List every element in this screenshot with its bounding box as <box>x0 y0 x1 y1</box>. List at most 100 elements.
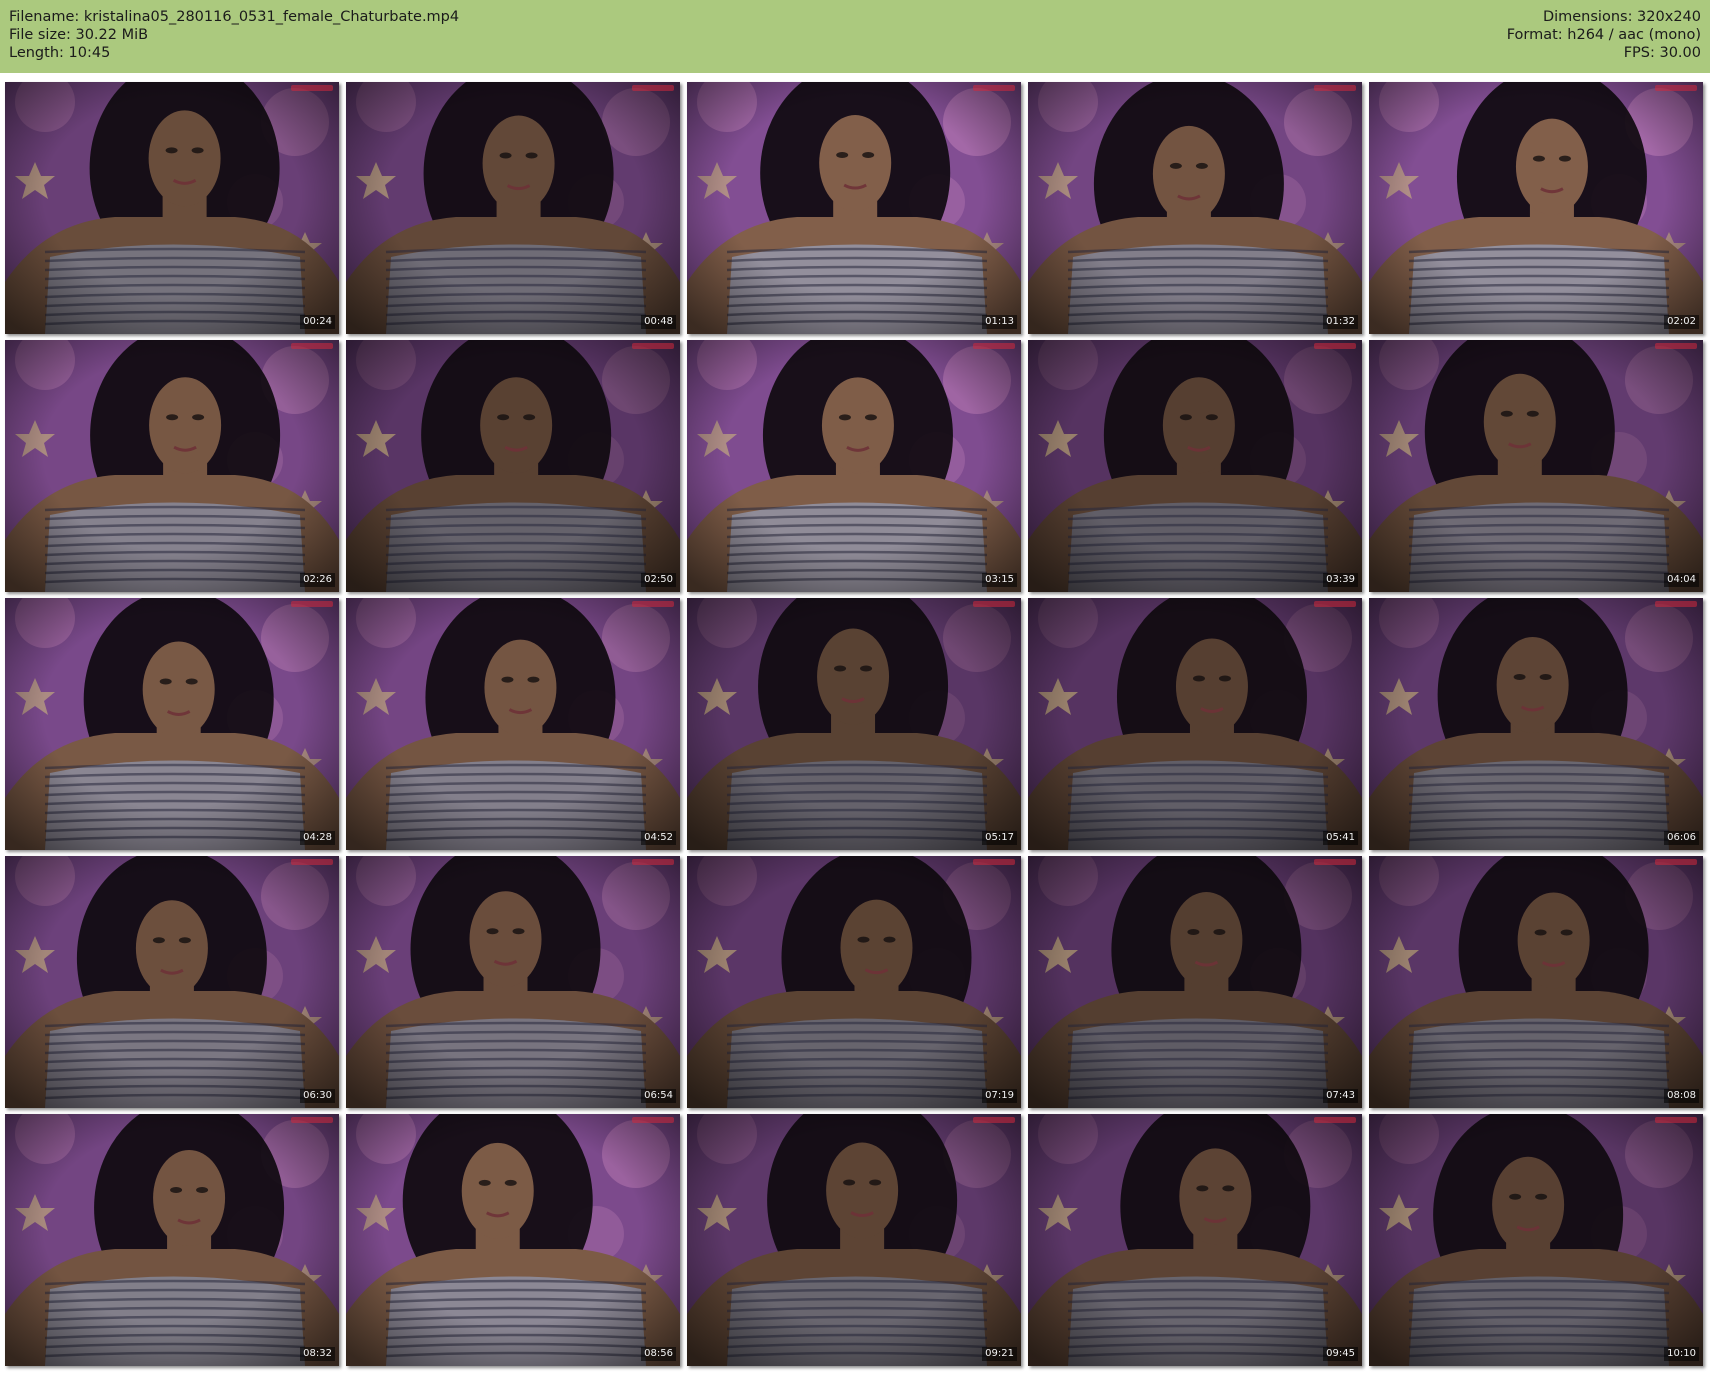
video-frame-image <box>1028 82 1362 334</box>
timestamp-label: 06:54 <box>641 1089 676 1103</box>
file-info: Filename: kristalina05_280116_0531_femal… <box>9 8 459 62</box>
thumbnail-grid: 00:24 00:48 01:13 01:32 02:02 02:26 02:5… <box>5 82 1705 1366</box>
video-frame-image <box>1369 856 1703 1108</box>
watermark-logo <box>1314 1117 1356 1123</box>
thumbnail-frame: 09:45 <box>1028 1114 1362 1366</box>
fps-text: FPS: 30.00 <box>1623 45 1701 61</box>
thumbnail-frame: 05:17 <box>687 598 1021 850</box>
timestamp-label: 08:56 <box>641 1347 676 1361</box>
thumbnail-frame: 06:06 <box>1369 598 1703 850</box>
thumbnail-frame: 01:32 <box>1028 82 1362 334</box>
watermark-logo <box>1655 343 1697 349</box>
thumbnail-frame: 02:50 <box>346 340 680 592</box>
video-frame-image <box>346 856 680 1108</box>
watermark-logo <box>973 1117 1015 1123</box>
timestamp-label: 02:26 <box>300 573 335 587</box>
watermark-logo <box>1655 859 1697 865</box>
thumbnail-frame: 06:54 <box>346 856 680 1108</box>
video-frame-image <box>1369 1114 1703 1366</box>
timestamp-label: 00:24 <box>300 315 335 329</box>
timestamp-label: 01:32 <box>1323 315 1358 329</box>
thumbnail-frame: 02:02 <box>1369 82 1703 334</box>
watermark-logo <box>291 859 333 865</box>
video-frame-image <box>687 340 1021 592</box>
thumbnail-frame: 03:15 <box>687 340 1021 592</box>
thumbnail-frame: 05:41 <box>1028 598 1362 850</box>
video-frame-image <box>1369 340 1703 592</box>
info-header: Filename: kristalina05_280116_0531_femal… <box>0 0 1710 73</box>
filename-text: Filename: kristalina05_280116_0531_femal… <box>9 9 460 25</box>
timestamp-label: 04:28 <box>300 831 335 845</box>
length-text: Length: 10:45 <box>9 45 111 61</box>
timestamp-label: 04:52 <box>641 831 676 845</box>
timestamp-label: 03:15 <box>982 573 1017 587</box>
thumbnail-frame: 06:30 <box>5 856 339 1108</box>
timestamp-label: 02:02 <box>1664 315 1699 329</box>
thumbnail-frame: 07:19 <box>687 856 1021 1108</box>
video-frame-image <box>5 856 339 1108</box>
video-frame-image <box>1369 82 1703 334</box>
video-frame-image <box>1028 340 1362 592</box>
video-frame-image <box>346 1114 680 1366</box>
thumbnail-frame: 08:32 <box>5 1114 339 1366</box>
thumbnail-frame: 04:28 <box>5 598 339 850</box>
video-frame-image <box>5 1114 339 1366</box>
watermark-logo <box>632 859 674 865</box>
timestamp-label: 04:04 <box>1664 573 1699 587</box>
thumbnail-frame: 07:43 <box>1028 856 1362 1108</box>
video-frame-image <box>687 598 1021 850</box>
timestamp-label: 09:45 <box>1323 1347 1358 1361</box>
thumbnail-frame: 02:26 <box>5 340 339 592</box>
thumbnail-frame: 01:13 <box>687 82 1021 334</box>
watermark-logo <box>1314 343 1356 349</box>
watermark-logo <box>632 601 674 607</box>
timestamp-label: 01:13 <box>982 315 1017 329</box>
thumbnail-frame: 04:04 <box>1369 340 1703 592</box>
watermark-logo <box>1314 859 1356 865</box>
watermark-logo <box>291 85 333 91</box>
video-frame-image <box>687 82 1021 334</box>
timestamp-label: 08:08 <box>1664 1089 1699 1103</box>
watermark-logo <box>291 601 333 607</box>
timestamp-label: 05:41 <box>1323 831 1358 845</box>
watermark-logo <box>973 343 1015 349</box>
watermark-logo <box>1655 601 1697 607</box>
video-frame-image <box>1369 598 1703 850</box>
video-frame-image <box>1028 598 1362 850</box>
watermark-logo <box>632 1117 674 1123</box>
thumbnail-frame: 03:39 <box>1028 340 1362 592</box>
watermark-logo <box>1314 601 1356 607</box>
timestamp-label: 07:43 <box>1323 1089 1358 1103</box>
watermark-logo <box>1655 1117 1697 1123</box>
video-frame-image <box>1028 856 1362 1108</box>
filesize-text: File size: 30.22 MiB <box>9 27 149 43</box>
thumbnail-frame: 00:24 <box>5 82 339 334</box>
watermark-logo <box>973 601 1015 607</box>
timestamp-label: 05:17 <box>982 831 1017 845</box>
dimensions-text: Dimensions: 320x240 <box>1542 9 1701 25</box>
thumbnail-frame: 10:10 <box>1369 1114 1703 1366</box>
timestamp-label: 02:50 <box>641 573 676 587</box>
video-frame-image <box>5 82 339 334</box>
stream-info: Dimensions: 320x240 Format: h264 / aac (… <box>1507 8 1701 62</box>
thumbnail-frame: 09:21 <box>687 1114 1021 1366</box>
timestamp-label: 06:06 <box>1664 831 1699 845</box>
video-frame-image <box>687 1114 1021 1366</box>
thumbnail-frame: 08:56 <box>346 1114 680 1366</box>
timestamp-label: 07:19 <box>982 1089 1017 1103</box>
video-frame-image <box>687 856 1021 1108</box>
watermark-logo <box>291 1117 333 1123</box>
watermark-logo <box>1314 85 1356 91</box>
watermark-logo <box>1655 85 1697 91</box>
watermark-logo <box>973 85 1015 91</box>
video-frame-image <box>1028 1114 1362 1366</box>
timestamp-label: 06:30 <box>300 1089 335 1103</box>
video-frame-image <box>346 82 680 334</box>
watermark-logo <box>632 343 674 349</box>
watermark-logo <box>291 343 333 349</box>
video-frame-image <box>346 340 680 592</box>
timestamp-label: 08:32 <box>300 1347 335 1361</box>
timestamp-label: 09:21 <box>982 1347 1017 1361</box>
video-frame-image <box>5 598 339 850</box>
timestamp-label: 03:39 <box>1323 573 1358 587</box>
